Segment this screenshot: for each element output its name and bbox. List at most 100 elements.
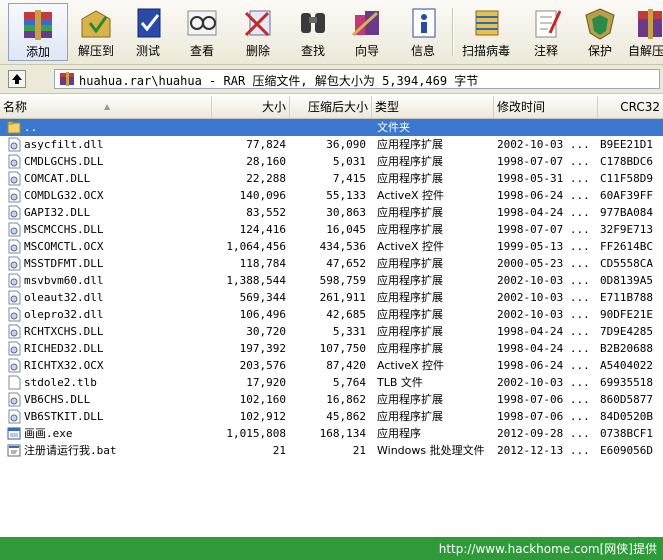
info-button[interactable]: 信息 bbox=[393, 3, 453, 61]
file-size: 1,064,456 bbox=[226, 240, 286, 253]
file-size: 17,920 bbox=[246, 376, 286, 389]
protect-icon bbox=[585, 8, 615, 40]
dll-file-icon bbox=[8, 256, 21, 271]
file-packed-size: 5,764 bbox=[332, 376, 366, 389]
column-packed[interactable]: 压缩后大小 bbox=[290, 96, 372, 118]
dll-file-icon bbox=[8, 171, 21, 186]
test-button[interactable]: 测试 bbox=[118, 3, 178, 61]
toolbar: 添加 解压到 测试 查看 删除 查找 向导 信息 扫描病毒 注释 保护 自解压 bbox=[0, 0, 663, 65]
file-size: 21 bbox=[272, 444, 286, 457]
dll-file-icon bbox=[8, 324, 21, 339]
file-crc: C11F58D9 bbox=[600, 172, 653, 185]
file-size bbox=[212, 119, 286, 136]
column-size[interactable]: 大小 bbox=[212, 96, 290, 118]
protect-button[interactable]: 保护 bbox=[570, 3, 630, 61]
file-modified: 1998-07-06 ... bbox=[497, 393, 590, 406]
file-size: 1,388,544 bbox=[226, 274, 286, 287]
file-packed-size: 5,031 bbox=[332, 155, 366, 168]
file-modified: 2002-10-03 ... bbox=[497, 291, 590, 304]
file-name: oleaut32.dll bbox=[24, 291, 104, 304]
file-row[interactable]: MSCMCCHS.DLL 124,416 16,045 应用程序扩展 1998-07-0… bbox=[0, 221, 663, 238]
file-name: GAPI32.DLL bbox=[24, 206, 91, 219]
file-modified: 2012-09-28 ... bbox=[497, 427, 590, 440]
protect-label: 保护 bbox=[587, 44, 612, 58]
column-name-label: 名称 bbox=[3, 100, 28, 114]
sfx-button[interactable]: 自解压 bbox=[626, 3, 663, 61]
file-type: 应用程序扩展 bbox=[377, 138, 443, 151]
virus-scan-label: 扫描病毒 bbox=[461, 44, 510, 58]
file-row[interactable]: COMCAT.DLL 22,288 7,415 应用程序扩展 1998-05-31 ..… bbox=[0, 170, 663, 187]
file-row[interactable]: 注册请运行我.bat 21 21 Windows 批处理文件 2012-12-13 ..… bbox=[0, 442, 663, 459]
wizard-button[interactable]: 向导 bbox=[337, 3, 397, 61]
column-size-label: 大小 bbox=[261, 100, 286, 114]
file-type: 应用程序扩展 bbox=[377, 342, 443, 355]
file-type: ActiveX 控件 bbox=[377, 240, 445, 253]
bat-file-icon bbox=[7, 444, 21, 457]
extract-to-button[interactable]: 解压到 bbox=[66, 3, 126, 61]
file-packed-size: 261,911 bbox=[319, 291, 366, 304]
file-row[interactable]: RICHED32.DLL 197,392 107,750 应用程序扩展 1998-04-… bbox=[0, 340, 663, 357]
column-header: 名称 ▲ 大小 压缩后大小 类型 修改时间 CRC32 bbox=[0, 96, 663, 119]
file-name: COMDLG32.OCX bbox=[24, 189, 104, 202]
column-type[interactable]: 类型 bbox=[372, 96, 494, 118]
file-row[interactable]: asycfilt.dll 77,824 36,090 应用程序扩展 2002-10-03… bbox=[0, 136, 663, 153]
view-button[interactable]: 查看 bbox=[172, 3, 232, 61]
file-row[interactable]: stdole2.tlb 17,920 5,764 TLB 文件 2002-10-03 .… bbox=[0, 374, 663, 391]
column-modified[interactable]: 修改时间 bbox=[494, 96, 598, 118]
file-row[interactable]: msvbvm60.dll 1,388,544 598,759 应用程序扩展 2002-1… bbox=[0, 272, 663, 289]
file-crc: 7D9E4285 bbox=[600, 325, 653, 338]
file-row[interactable]: VB6STKIT.DLL 102,912 45,862 应用程序扩展 1998-07-0… bbox=[0, 408, 663, 425]
file-row[interactable]: GAPI32.DLL 83,552 30,863 应用程序扩展 1998-04-24 .… bbox=[0, 204, 663, 221]
status-text: http://www.hackhome.com[网侠]提供 bbox=[438, 542, 657, 556]
dll-file-icon bbox=[8, 290, 21, 305]
file-name: stdole2.tlb bbox=[24, 376, 97, 389]
file-list[interactable]: .. 文件夹 asycfilt.dll 77,824 36,090 应用程序扩展 2002-… bbox=[0, 119, 663, 537]
file-row[interactable]: VB6CHS.DLL 102,160 16,862 应用程序扩展 1998-07-06 … bbox=[0, 391, 663, 408]
column-crc[interactable]: CRC32 bbox=[598, 96, 663, 118]
dll-file-icon bbox=[8, 205, 21, 220]
exe-file-icon bbox=[7, 427, 21, 440]
delete-button[interactable]: 删除 bbox=[228, 3, 288, 61]
file-modified: 2002-10-03 ... bbox=[497, 138, 590, 151]
file-size: 140,096 bbox=[239, 189, 286, 202]
add-button[interactable]: 添加 bbox=[8, 3, 68, 61]
dll-file-icon bbox=[8, 392, 21, 407]
wizard-icon bbox=[351, 11, 379, 37]
file-name: msvbvm60.dll bbox=[24, 274, 104, 287]
file-row[interactable]: MSCOMCTL.OCX 1,064,456 434,536 ActiveX 控件 19… bbox=[0, 238, 663, 255]
file-packed-size: 36,090 bbox=[326, 138, 366, 151]
file-size: 30,720 bbox=[246, 325, 286, 338]
column-packed-label: 压缩后大小 bbox=[307, 100, 368, 114]
file-modified: 1998-04-24 ... bbox=[497, 206, 590, 219]
file-row[interactable]: RICHTX32.OCX 203,576 87,420 ActiveX 控件 1998-… bbox=[0, 357, 663, 374]
up-folder-button[interactable] bbox=[8, 70, 26, 88]
comment-button[interactable]: 注释 bbox=[516, 3, 576, 61]
file-type: 应用程序扩展 bbox=[377, 223, 443, 236]
file-row[interactable]: 画画.exe 1,015,808 168,134 应用程序 2012-09-28 ...… bbox=[0, 425, 663, 442]
file-packed-size: 598,759 bbox=[319, 274, 366, 287]
virus-scan-button[interactable]: 扫描病毒 bbox=[456, 3, 516, 61]
file-packed-size: 21 bbox=[352, 444, 366, 457]
file-packed-size: 16,045 bbox=[326, 223, 366, 236]
file-row[interactable]: MSSTDFMT.DLL 118,784 47,652 应用程序扩展 2000-05-2… bbox=[0, 255, 663, 272]
file-packed-size: 107,750 bbox=[319, 342, 366, 355]
column-name[interactable]: 名称 ▲ bbox=[0, 96, 212, 118]
find-button[interactable]: 查找 bbox=[283, 3, 343, 61]
parent-folder-row[interactable]: .. 文件夹 bbox=[0, 119, 663, 136]
address-field[interactable]: huahua.rar\huahua - RAR 压缩文件, 解包大小为 5,39… bbox=[54, 69, 660, 89]
file-type: 应用程序扩展 bbox=[377, 410, 443, 423]
file-row[interactable]: COMDLG32.OCX 140,096 55,133 ActiveX 控件 1998-… bbox=[0, 187, 663, 204]
file-crc: 32F9E713 bbox=[600, 223, 653, 236]
find-label: 查找 bbox=[300, 44, 325, 58]
file-modified: 1998-06-24 ... bbox=[497, 359, 590, 372]
add-archive-icon bbox=[24, 10, 52, 40]
file-packed-size: 16,862 bbox=[326, 393, 366, 406]
file-modified: 2012-12-13 ... bbox=[497, 444, 590, 457]
file-row[interactable]: olepro32.dll 106,496 42,685 应用程序扩展 2002-10-0… bbox=[0, 306, 663, 323]
file-modified: 1998-07-07 ... bbox=[497, 223, 590, 236]
file-row[interactable]: oleaut32.dll 569,344 261,911 应用程序扩展 2002-10-… bbox=[0, 289, 663, 306]
file-row[interactable]: RCHTXCHS.DLL 30,720 5,331 应用程序扩展 1998-04-24 … bbox=[0, 323, 663, 340]
file-packed-size: 87,420 bbox=[326, 359, 366, 372]
file-type: 应用程序扩展 bbox=[377, 155, 443, 168]
file-row[interactable]: CMDLGCHS.DLL 28,160 5,031 应用程序扩展 1998-07-07 … bbox=[0, 153, 663, 170]
